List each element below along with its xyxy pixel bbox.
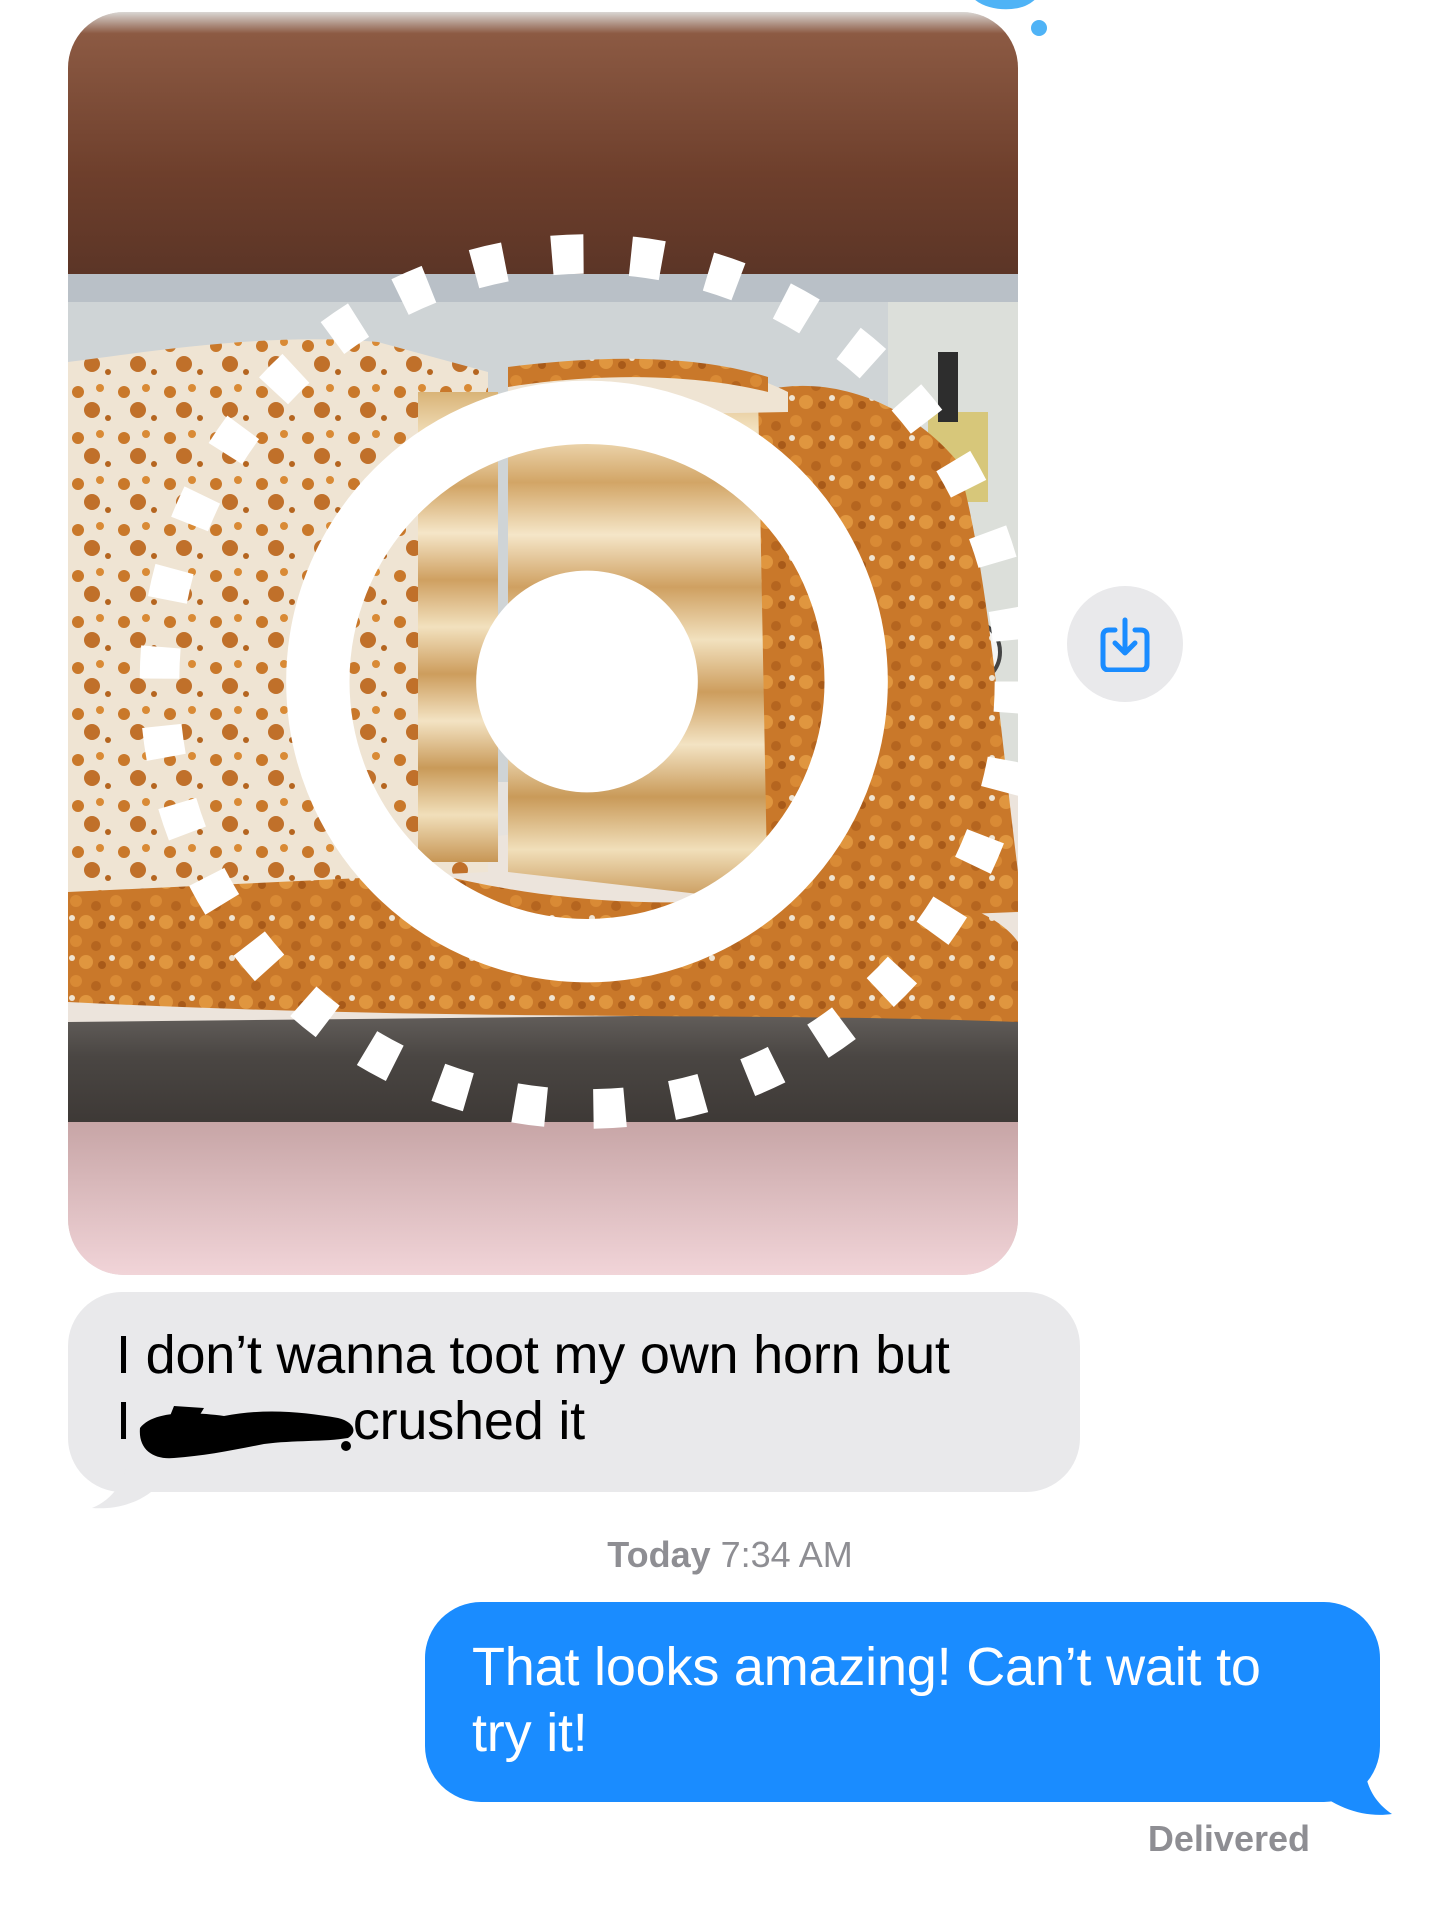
save-to-photos-icon	[1100, 617, 1150, 672]
live-photo-icon	[139, 234, 1018, 1129]
received-message-bubble[interactable]: I don’t wanna toot my own horn but Icrus…	[68, 1292, 1080, 1492]
message-timestamp: Today 7:34 AM	[0, 1534, 1440, 1576]
timestamp-day: Today	[607, 1534, 711, 1575]
photo-message[interactable]	[68, 12, 1018, 1275]
received-message-line2-prefix: I	[116, 1391, 131, 1451]
received-message-line2-suffix: crushed it	[352, 1391, 585, 1451]
sent-message-bubble[interactable]: That looks amazing! Can’t wait to try it…	[425, 1602, 1380, 1802]
redaction-scribble	[139, 1406, 354, 1459]
sent-message-text: That looks amazing! Can’t wait to try it…	[472, 1637, 1261, 1763]
save-photo-button[interactable]	[1067, 586, 1183, 702]
message-thread[interactable]: I don’t wanna toot my own horn but Icrus…	[0, 0, 1440, 1920]
received-message-line1: I don’t wanna toot my own horn but	[116, 1325, 950, 1385]
sent-bubble-tail	[1312, 1758, 1392, 1815]
delivery-status: Delivered	[1147, 1818, 1310, 1859]
timestamp-time: 7:34 AM	[720, 1534, 853, 1575]
